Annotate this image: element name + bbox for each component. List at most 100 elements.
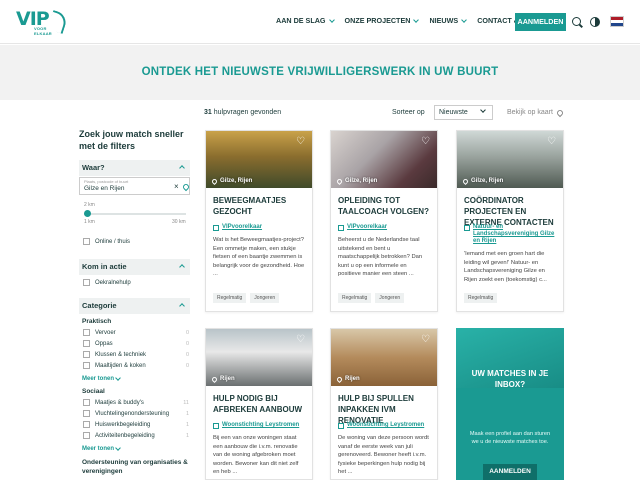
sort-label: Sorteer op — [392, 109, 425, 116]
filter-title: Zoek jouw match sneller met de filters — [79, 129, 184, 151]
organisation-icon — [213, 422, 219, 429]
checkbox-label: Vluchtelingenondersteuning — [95, 410, 170, 417]
card-organisation[interactable]: Woonstichting Leystromen — [331, 422, 437, 429]
heart-icon[interactable]: ♡ — [296, 335, 306, 345]
search-icon[interactable] — [572, 17, 581, 26]
category-item[interactable]: Klussen & techniek 0 — [83, 351, 189, 358]
heart-icon[interactable]: ♡ — [421, 137, 431, 147]
category-count: 11 — [183, 399, 189, 406]
category-item[interactable]: Huiswerkbegeleiding 1 — [83, 421, 189, 428]
tag: Regelmatig — [464, 293, 498, 303]
heart-icon[interactable]: ♡ — [296, 137, 306, 147]
checkbox[interactable] — [83, 399, 90, 406]
vacancy-card[interactable]: ♡ Rijen HULP NODIG BIJ AFBREKEN AANBOUW … — [205, 328, 313, 480]
checkbox[interactable] — [83, 432, 90, 439]
card-organisation[interactable]: VIPvoorelkaar — [331, 224, 437, 231]
promo-signup-button[interactable]: AANMELDEN — [483, 464, 537, 480]
radius-slider-handle[interactable] — [84, 210, 92, 217]
vip-logo[interactable]: VIP VOOR ELKAAR — [16, 10, 69, 36]
location-pin-icon — [461, 177, 470, 185]
vacancy-card[interactable]: ♡ Gilze, Rijen COÖRDINATOR PROJECTEN EN … — [456, 130, 564, 312]
nav-aan-de-slag[interactable]: AAN DE SLAG — [276, 16, 336, 25]
sort-select[interactable]: Nieuwste — [434, 105, 493, 120]
card-title[interactable]: OPLEIDING TOT TAALCOACH VOLGEN? — [331, 188, 437, 224]
category-item[interactable]: Activiteitenbegeleiding 1 — [83, 432, 189, 439]
nav-label: ONZE PROJECTEN — [344, 16, 411, 25]
filter-section-waar[interactable]: Waar? — [79, 160, 190, 176]
category-item[interactable]: Maatjes & buddy's 11 — [83, 399, 189, 406]
filter-section-categorie[interactable]: Categorie — [79, 298, 190, 314]
show-more-label: Meer tonen — [82, 376, 115, 382]
results-number: 31 — [204, 109, 212, 116]
location-pin-icon — [335, 177, 344, 185]
checkbox[interactable] — [83, 351, 90, 358]
tag: Regelmatig — [338, 293, 372, 303]
online-checkbox-row[interactable]: Online / thuis — [83, 238, 189, 245]
results-count: 31 hulpvragen gevonden — [204, 109, 281, 116]
location-pin-icon — [210, 375, 219, 383]
card-location: Rijen — [335, 375, 360, 383]
logo-subtext: VOOR ELKAAR — [34, 26, 52, 36]
section-heading: Kom in actie — [82, 262, 127, 271]
card-title[interactable]: BEWEEGMAATJES GEZOCHT — [206, 188, 312, 224]
show-more-link[interactable]: Meer tonen — [82, 445, 122, 452]
vacancy-card[interactable]: ♡ Gilze, Rijen OPLEIDING TOT TAALCOACH V… — [330, 130, 438, 312]
checkbox[interactable] — [83, 421, 90, 428]
location-input[interactable]: Plaats, postcode of buurt Gilze en Rijen… — [79, 177, 191, 195]
page-title: ONTDEK HET NIEUWSTE VRIJWILLIGERSWERK IN… — [141, 66, 499, 78]
category-item[interactable]: Vluchtelingenondersteuning 1 — [83, 410, 189, 417]
checkbox[interactable] — [83, 362, 90, 369]
card-image: ♡ Gilze, Rijen — [206, 131, 312, 188]
category-item[interactable]: Maaltijden & koken 0 — [83, 362, 189, 369]
card-title[interactable]: HULP NODIG BIJ AFBREKEN AANBOUW — [206, 386, 312, 422]
checkbox[interactable] — [83, 410, 90, 417]
contrast-toggle-icon[interactable] — [590, 17, 600, 27]
checkbox[interactable] — [83, 329, 90, 336]
chevron-down-icon — [480, 107, 486, 113]
card-location: Rijen — [210, 375, 235, 383]
category-count: 0 — [185, 340, 189, 347]
organisation-icon — [338, 224, 344, 231]
checkbox-label: Huiswerkbegeleiding — [95, 421, 151, 428]
nav-nieuws[interactable]: NIEUWS — [429, 16, 468, 25]
card-description: Beheerst u de Nederlandse taal uitsteken… — [338, 237, 423, 277]
category-item[interactable]: Vervoer 0 — [83, 329, 189, 336]
checkbox[interactable] — [83, 238, 90, 245]
category-count: 1 — [185, 410, 189, 417]
location-text: Rijen — [220, 376, 235, 382]
location-pin-icon — [335, 375, 344, 383]
checkbox[interactable] — [83, 279, 90, 286]
checkbox[interactable] — [83, 340, 90, 347]
clear-icon[interactable]: × — [174, 183, 179, 191]
card-organisation[interactable]: Natuur- en Landschapsvereniging Gilze en… — [457, 224, 563, 245]
card-tags: Regelmatig Jongeren — [213, 293, 280, 303]
chevron-up-icon — [179, 303, 185, 309]
vacancy-card[interactable]: ♡ Gilze, Rijen BEWEEGMAATJES GEZOCHT VIP… — [205, 130, 313, 312]
newsletter-promo-card: UW MATCHES IN JE INBOX? Maak een profiel… — [456, 328, 564, 480]
category-count: 0 — [185, 329, 189, 336]
card-organisation[interactable]: Woonstichting Leystromen — [206, 422, 312, 429]
kom-option-row[interactable]: Oekralnehulp — [83, 279, 189, 286]
organisation-name: Woonstichting Leystromen — [347, 422, 425, 428]
card-title[interactable]: COÖRDINATOR PROJECTEN EN EXTERNE CONTACT… — [457, 188, 563, 227]
heart-icon[interactable]: ♡ — [421, 335, 431, 345]
view-map-link[interactable]: Bekijk op kaart — [507, 108, 565, 117]
filter-sidebar: Zoek jouw match sneller met de filters — [79, 128, 190, 152]
chevron-down-icon — [413, 16, 420, 23]
category-group-organisaties: Ondersteuning van organisaties & verenig… — [82, 459, 188, 475]
category-item[interactable]: Oppas 0 — [83, 340, 189, 347]
vacancy-card[interactable]: ♡ Rijen HULP BIJ SPULLEN INPAKKEN IVM RE… — [330, 328, 438, 480]
heart-icon[interactable]: ♡ — [547, 137, 557, 147]
checkbox-label: Oppas — [95, 340, 113, 347]
nav-onze-projecten[interactable]: ONZE PROJECTEN — [345, 16, 421, 25]
show-more-link[interactable]: Meer tonen — [82, 375, 122, 382]
radius-slider-track[interactable] — [84, 213, 186, 215]
location-pin-icon[interactable] — [181, 182, 191, 192]
dutch-flag-icon[interactable] — [610, 16, 624, 27]
card-title[interactable]: HULP BIJ SPULLEN INPAKKEN IVM RENOVATIE — [331, 386, 437, 425]
login-button[interactable]: AANMELDEN — [515, 13, 566, 31]
organisation-icon — [464, 224, 470, 231]
filter-section-kom-in-actie[interactable]: Kom in actie — [79, 259, 190, 275]
organisation-name: Woonstichting Leystromen — [222, 422, 300, 428]
card-organisation[interactable]: VIPvoorelkaar — [206, 224, 312, 231]
